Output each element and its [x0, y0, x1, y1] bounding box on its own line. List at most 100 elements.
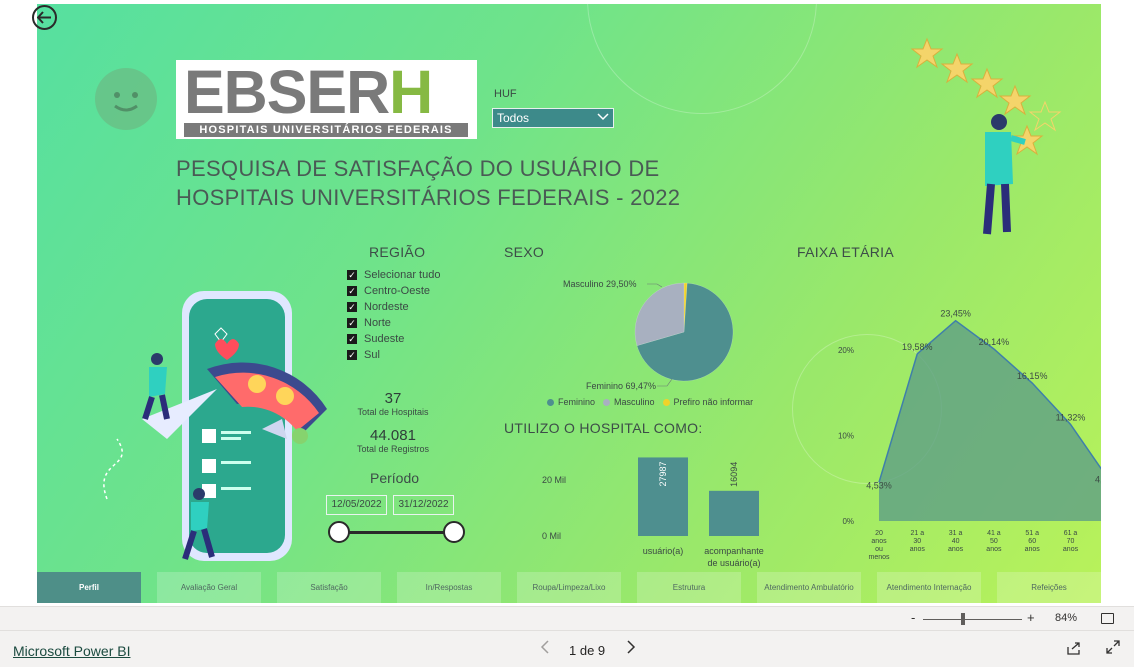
area-data-label: 20,14% — [979, 337, 1010, 347]
regiao-option[interactable]: ✓ Norte — [347, 315, 440, 331]
zoom-bar: - + 84% — [0, 606, 1134, 630]
y-tick-label: 0% — [842, 517, 854, 526]
page-tabs: Perfil Avaliação Geral Satisfação In/Respos… — [37, 572, 1101, 603]
periodo-start-input[interactable]: 12/05/2022 — [326, 495, 387, 515]
x-tick-label: ou — [875, 546, 883, 553]
periodo-slider-start-handle[interactable] — [328, 521, 350, 543]
tab-refei-es[interactable]: Refeições — [997, 572, 1101, 603]
regiao-option-label: Sul — [364, 349, 380, 361]
bar-data-label: 27987 — [658, 461, 668, 486]
logo-tagline: HOSPITAIS UNIVERSITÁRIOS FEDERAIS — [184, 123, 468, 137]
page-title: PESQUISA DE SATISFAÇÃO DO USUÁRIO DE HOS… — [176, 154, 680, 212]
expand-icon[interactable] — [1106, 640, 1120, 657]
legend-dot — [547, 398, 554, 406]
regiao-option[interactable]: ✓ Selecionar tudo — [347, 267, 440, 283]
bar — [709, 490, 759, 536]
zoom-out-button[interactable]: - — [911, 610, 915, 625]
faixa-area-chart[interactable]: 0% 10% 20% 4,53% 19,58% 23,45% 20,14% 16,15% 11,… — [797, 264, 1101, 564]
periodo-slider-end-handle[interactable] — [443, 521, 465, 543]
rating-stars-illustration — [910, 37, 1062, 235]
share-icon[interactable] — [1067, 641, 1081, 658]
huf-dropdown[interactable]: Todos — [492, 108, 614, 128]
regiao-option-label: Nordeste — [364, 301, 409, 313]
regiao-option[interactable]: ✓ Centro-Oeste — [347, 283, 440, 299]
checkbox-checked-icon[interactable]: ✓ — [347, 350, 357, 360]
fit-page-icon[interactable] — [1101, 613, 1114, 624]
utilizo-title: UTILIZO O HOSPITAL COMO: — [504, 420, 703, 436]
regiao-title: REGIÃO — [369, 244, 426, 260]
chevron-right-icon[interactable] — [626, 640, 636, 658]
tab-satisfa-o[interactable]: Satisfação — [277, 572, 381, 603]
regiao-option-label: Norte — [364, 317, 391, 329]
x-tick-label: usuário(a) — [643, 546, 684, 556]
x-tick-label: 50 — [990, 538, 998, 545]
page-title-line-1: PESQUISA DE SATISFAÇÃO DO USUÁRIO DE — [176, 156, 660, 181]
x-tick-label: 41 a — [987, 530, 1001, 537]
faixa-title: FAIXA ETÁRIA — [797, 244, 894, 260]
regiao-slicer: ✓ Selecionar tudo ✓ Centro-Oeste ✓ Nordeste ✓ N… — [347, 267, 440, 363]
checkbox-checked-icon[interactable]: ✓ — [347, 270, 357, 280]
x-tick-label: 40 — [952, 538, 960, 545]
regiao-option[interactable]: ✓ Sudeste — [347, 331, 440, 347]
regiao-option-label: Centro-Oeste — [364, 285, 431, 297]
checkbox-checked-icon[interactable]: ✓ — [347, 334, 357, 344]
footer-bar: Microsoft Power BI 1 de 9 — [0, 630, 1134, 667]
x-tick-label: anos — [948, 546, 964, 553]
power-bi-embed: EBSERH HOSPITAIS UNIVERSITÁRIOS FEDERAIS… — [0, 0, 1134, 667]
tab-avalia-o-geral[interactable]: Avaliação Geral — [157, 572, 261, 603]
x-tick-label: 60 — [1028, 538, 1036, 545]
area-data-label: 11,32% — [1056, 412, 1086, 422]
area-data-label: 4,84% — [1095, 475, 1101, 485]
y-tick-label: 0 Mil — [542, 531, 561, 541]
legend-dot — [603, 398, 611, 406]
page-indicator: 1 de 9 — [569, 643, 606, 658]
x-tick-label: 20 — [875, 530, 883, 537]
zoom-slider-track[interactable] — [923, 619, 1022, 620]
pie-data-label: Feminino 69,47% — [586, 381, 656, 391]
checkbox-checked-icon[interactable]: ✓ — [347, 286, 357, 296]
kpi-hospitais-label: Total de Hospitais — [357, 407, 429, 417]
x-tick-label: anos — [910, 546, 926, 553]
x-tick-label: anos — [1025, 546, 1041, 553]
zoom-slider-thumb[interactable] — [961, 613, 965, 625]
back-arrow-icon[interactable] — [32, 5, 57, 30]
periodo-title: Período — [370, 470, 420, 486]
regiao-option[interactable]: ✓ Nordeste — [347, 299, 440, 315]
utilizo-bar-chart[interactable]: 0 Mil 20 Mil 27987 usuário(a) 16094 acompanha… — [499, 439, 764, 579]
tab-atendimento-interna-o[interactable]: Atendimento Internação — [877, 572, 981, 603]
x-tick-label: 21 a — [910, 530, 924, 537]
regiao-option[interactable]: ✓ Sul — [347, 347, 440, 363]
decorative-circle — [587, 4, 817, 114]
tab-estrutura[interactable]: Estrutura — [637, 572, 741, 603]
chevron-left-icon[interactable] — [540, 640, 550, 658]
sexo-pie-chart[interactable]: Masculino 29,50% Feminino 69,47% — [507, 259, 767, 419]
x-tick-label: anos — [871, 538, 887, 545]
y-tick-label: 10% — [838, 432, 854, 441]
zoom-percent: 84% — [1055, 612, 1078, 624]
survey-phone-illustration — [103, 291, 327, 561]
area-data-label: 16,15% — [1017, 371, 1048, 381]
checkbox-checked-icon[interactable]: ✓ — [347, 302, 357, 312]
tab-perfil[interactable]: Perfil — [37, 572, 141, 603]
legend-label: Prefiro não informar — [673, 397, 754, 407]
x-tick-label: anos — [1063, 546, 1079, 553]
page-title-line-2: HOSPITAIS UNIVERSITÁRIOS FEDERAIS - 2022 — [176, 185, 681, 210]
regiao-option-label: Selecionar tudo — [364, 269, 441, 281]
huf-dropdown-value: Todos — [497, 111, 530, 125]
tab-in-respostas[interactable]: In/Respostas — [397, 572, 501, 603]
power-bi-link[interactable]: Microsoft Power BI — [13, 643, 130, 659]
x-tick-label: acompanhante — [704, 546, 764, 556]
smiley-decoration — [95, 68, 157, 130]
area-data-label: 23,45% — [940, 309, 971, 319]
area-data-label: 4,53% — [866, 480, 892, 490]
checkbox-checked-icon[interactable]: ✓ — [347, 318, 357, 328]
tab-roupa-limpeza-lixo[interactable]: Roupa/Limpeza/Lixo — [517, 572, 621, 603]
periodo-end-input[interactable]: 31/12/2022 — [393, 495, 454, 515]
tab-atendimento-ambulat-rio[interactable]: Atendimento Ambulatório — [757, 572, 861, 603]
periodo-slider-track[interactable] — [340, 531, 455, 534]
sexo-legend: Feminino Masculino Prefiro não informar — [547, 397, 757, 407]
x-tick-label: 31 a — [949, 530, 963, 537]
zoom-in-button[interactable]: + — [1027, 610, 1035, 625]
x-tick-label: menos — [868, 554, 890, 561]
legend-label: Feminino — [558, 397, 596, 407]
